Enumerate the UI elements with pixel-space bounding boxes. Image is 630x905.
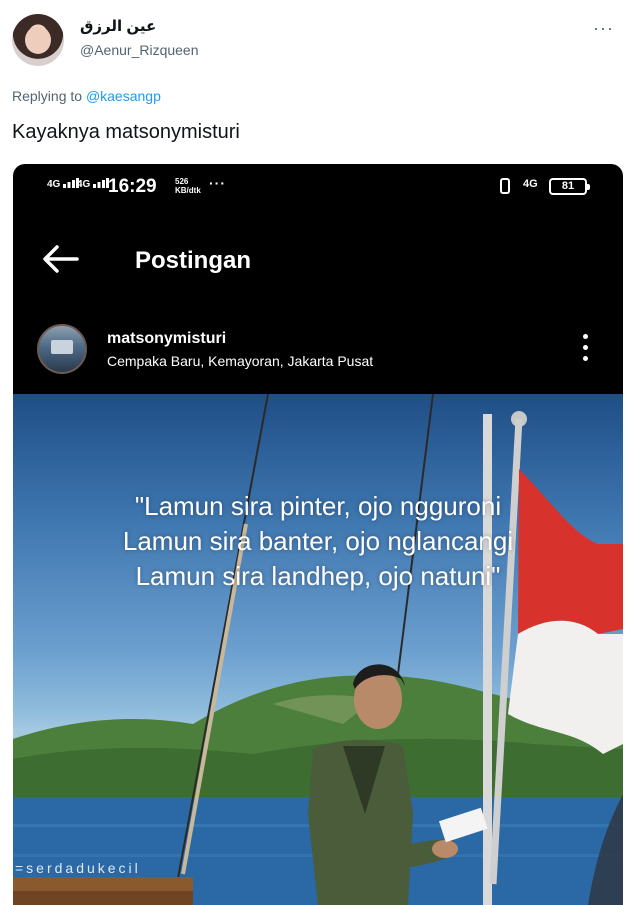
signal-1-label: 4G: [47, 179, 61, 190]
more-options-icon[interactable]: ···: [593, 18, 614, 39]
quote-line-3: Lamun sira landhep, ojo natuni": [135, 561, 501, 591]
replying-to-label: Replying to: [12, 88, 83, 104]
watermark: =serdadukecil: [15, 860, 141, 876]
scene-illustration: [13, 394, 623, 905]
back-arrow-icon[interactable]: [41, 244, 81, 274]
avatar[interactable]: [12, 14, 64, 66]
post-location[interactable]: Cempaka Baru, Kemayoran, Jakarta Pusat: [107, 353, 373, 369]
signal-bars-icon: [93, 178, 110, 188]
speed-unit: KB/dtk: [175, 186, 201, 195]
clock: 16:29: [108, 176, 157, 197]
post-header: matsonymisturi Cempaka Baru, Kemayoran, …: [13, 314, 623, 394]
replying-to-line: Replying to @kaesangp: [12, 88, 161, 104]
battery-icon: 81: [549, 178, 590, 195]
speed-value: 526: [175, 177, 189, 186]
status-dots: ···: [209, 175, 226, 191]
tweet-header: عين الرزق @Aenur_Rizqueen ···: [0, 0, 630, 85]
signal-2-icon: 4G: [77, 178, 110, 190]
network-type: 4G: [523, 178, 538, 190]
display-name[interactable]: عين الرزق: [80, 17, 156, 35]
page-title: Postingan: [135, 247, 252, 274]
instagram-top-bar: Postingan: [13, 234, 623, 284]
post-image[interactable]: "Lamun sira pinter, ojo ngguroni Lamun s…: [13, 394, 623, 905]
quote-text: "Lamun sira pinter, ojo ngguroni Lamun s…: [13, 489, 623, 594]
user-handle[interactable]: @Aenur_Rizqueen: [80, 42, 199, 58]
signal-1-icon: 4G: [47, 178, 80, 190]
vibrate-icon: [500, 178, 510, 194]
post-username[interactable]: matsonymisturi: [107, 330, 226, 348]
arrow-left-icon: [43, 245, 79, 273]
vertical-dots-icon[interactable]: [576, 334, 594, 368]
network-speed: 526 KB/dtk: [175, 177, 201, 195]
quote-line-1: "Lamun sira pinter, ojo ngguroni: [134, 491, 502, 521]
signal-2-label: 4G: [77, 179, 91, 190]
phone-status-bar: 4G 4G 16:29 526 KB/dtk ··· 4G 81: [13, 164, 623, 212]
embedded-screenshot[interactable]: 4G 4G 16:29 526 KB/dtk ··· 4G 81 Posting…: [13, 164, 623, 905]
post-avatar[interactable]: [37, 324, 87, 374]
quote-line-2: Lamun sira banter, ojo nglancangi: [122, 526, 514, 556]
mention-link[interactable]: @kaesangp: [86, 88, 161, 104]
tweet-text: Kayaknya matsonymisturi: [12, 121, 240, 143]
